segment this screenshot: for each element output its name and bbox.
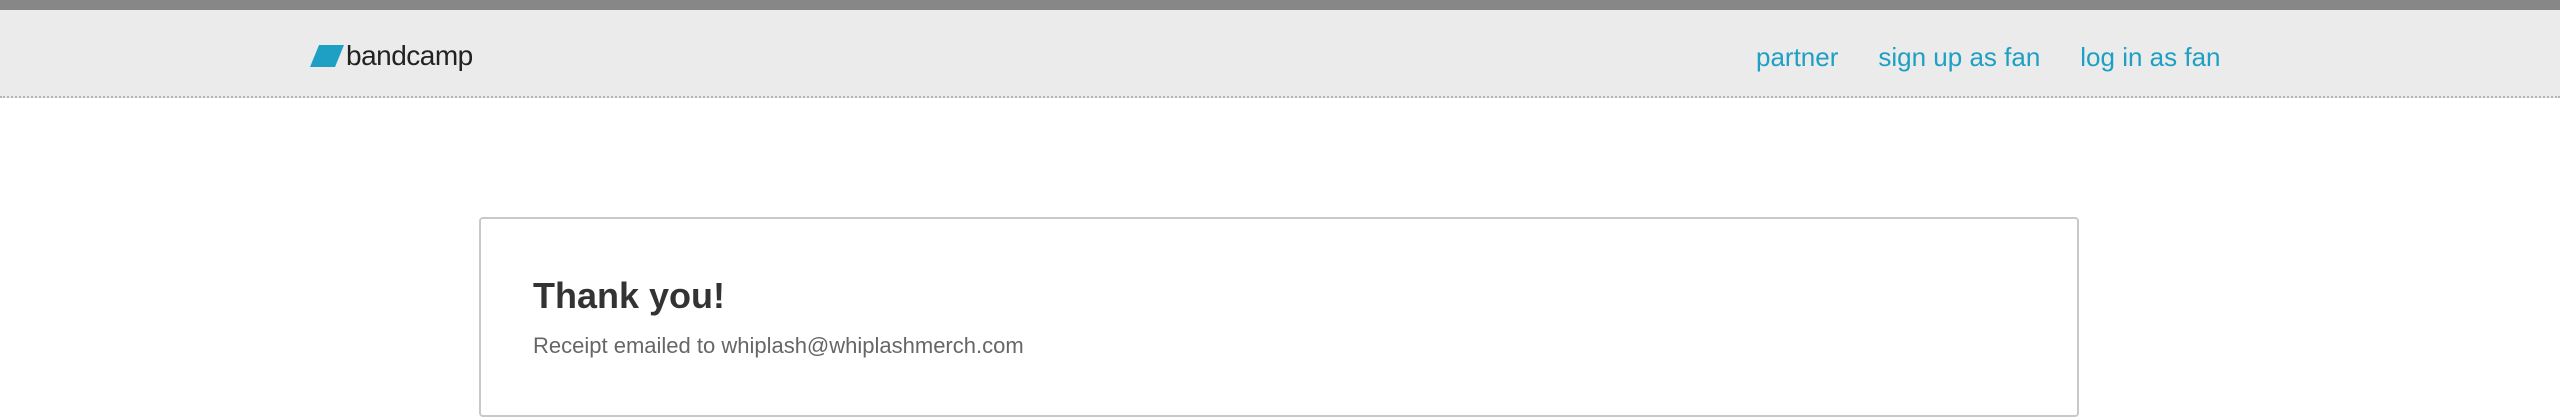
receipt-message: Receipt emailed to whiplash@whiplashmerc… <box>533 333 1024 358</box>
bandcamp-logo-icon <box>310 45 344 67</box>
header-nav: partner sign up as fan log in as fan <box>1756 42 2221 73</box>
top-accent-bar <box>0 0 2560 10</box>
bandcamp-logo[interactable]: bandcamp <box>310 38 473 74</box>
logo-text: bandcamp <box>346 40 473 71</box>
page-title: Thank you! <box>533 275 726 316</box>
nav-link-partner[interactable]: partner <box>1756 42 1838 73</box>
nav-link-sign-up-as-fan[interactable]: sign up as fan <box>1878 42 2040 73</box>
nav-link-log-in-as-fan[interactable]: log in as fan <box>2080 42 2220 73</box>
site-header: bandcamp partner sign up as fan log in a… <box>0 10 2560 98</box>
thank-you-card: Thank you! Receipt emailed to whiplash@w… <box>479 217 2079 417</box>
